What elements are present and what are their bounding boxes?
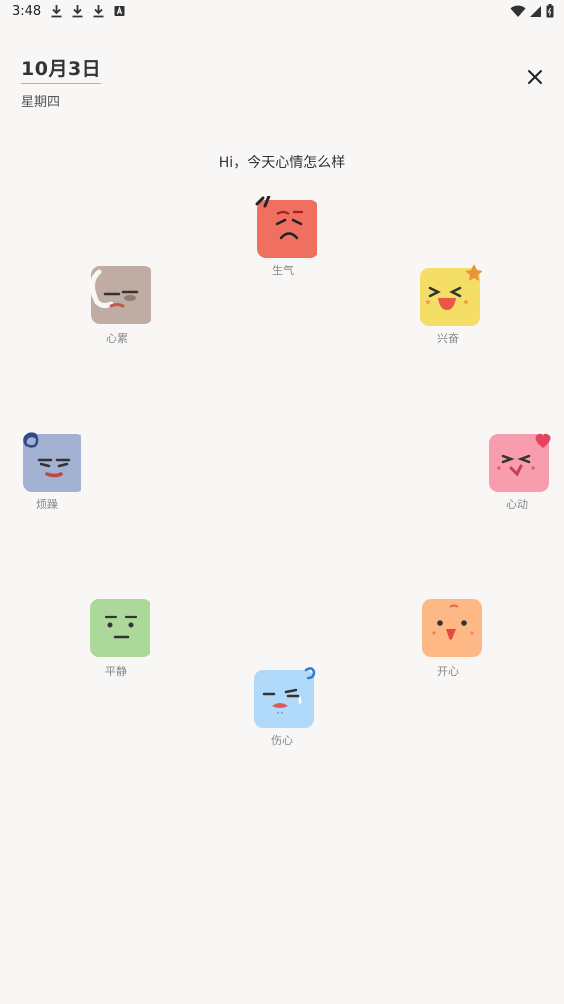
- mood-angry[interactable]: 生气: [243, 196, 323, 278]
- mood-irritable[interactable]: 烦躁: [7, 430, 87, 512]
- mood-label: 伤心: [271, 734, 293, 747]
- greeting-text: Hi，今天心情怎么样: [218, 155, 346, 171]
- wifi-icon: [510, 5, 526, 17]
- heart-flutter-face-icon: [489, 433, 551, 492]
- mood-picker-screen: 3:48 10月3日 星期四 Hi，今天心情怎么样 生气 心累 兴奋 烦躁 心动…: [0, 0, 564, 1004]
- mood-happy[interactable]: 开心: [408, 597, 488, 679]
- weekday-label: 星期四: [21, 95, 61, 110]
- app-notification-icon: [114, 6, 125, 16]
- mood-label: 烦躁: [36, 498, 58, 511]
- mood-label: 心动: [506, 498, 528, 511]
- mood-label: 兴奋: [437, 332, 459, 345]
- download-icon: [93, 5, 104, 18]
- status-bar: 3:48: [0, 0, 564, 24]
- download-icon: [72, 5, 83, 18]
- date-header: 10月3日 星期四: [21, 54, 102, 110]
- excited-face-icon: [420, 264, 482, 326]
- tired-face-icon: [90, 266, 151, 324]
- close-button[interactable]: [524, 66, 546, 88]
- mood-label: 生气: [272, 264, 294, 277]
- date-title: 10月3日: [21, 54, 102, 84]
- calm-face-icon: [90, 599, 150, 657]
- angry-face-icon: [255, 196, 317, 258]
- happy-face-icon: [422, 599, 482, 657]
- mood-heart-flutter[interactable]: 心动: [477, 430, 557, 512]
- mood-calm[interactable]: 平静: [76, 597, 156, 679]
- mood-label: 心累: [106, 332, 128, 345]
- mood-tired[interactable]: 心累: [77, 264, 157, 346]
- download-icon: [51, 5, 62, 18]
- battery-icon: [546, 4, 554, 18]
- sad-face-icon: [254, 667, 316, 728]
- close-icon: [528, 70, 542, 84]
- mood-sad[interactable]: 伤心: [242, 666, 322, 748]
- mood-excited[interactable]: 兴奋: [408, 264, 488, 346]
- irritable-face-icon: [23, 432, 81, 492]
- mood-label: 平静: [105, 665, 127, 678]
- signal-icon: [530, 5, 541, 17]
- status-time: 3:48: [12, 4, 42, 19]
- mood-label: 开心: [437, 665, 459, 678]
